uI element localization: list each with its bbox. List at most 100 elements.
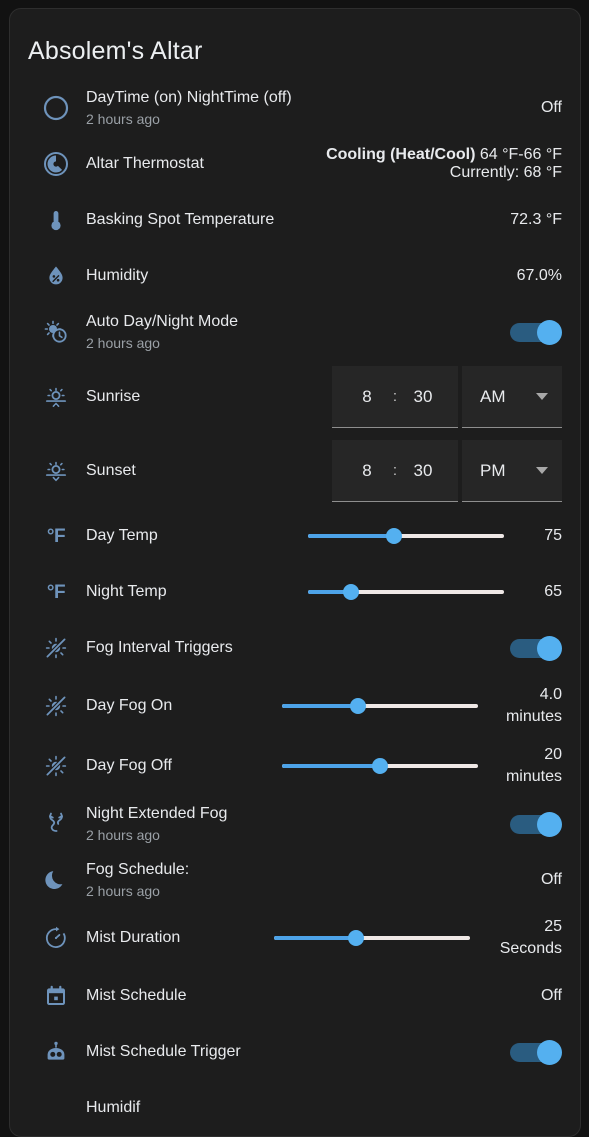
row-label: Sunrise (86, 388, 141, 406)
row-day-temp[interactable]: °F Day Temp 75 (10, 508, 580, 564)
row-label-group: DayTime (on) NightTime (off) 2 hours ago (86, 87, 541, 129)
sunset-time-input[interactable]: 8 : 30 (332, 440, 458, 502)
timer-icon (26, 925, 86, 951)
row-label: Night Extended Fog (86, 804, 228, 822)
sunrise-time-input[interactable]: 8 : 30 (332, 366, 458, 428)
sunrise-meridiem-value: AM (480, 386, 506, 406)
sun-off-icon (26, 693, 86, 719)
row-label: Fog Interval Triggers (86, 639, 233, 657)
row-value: Off (540, 987, 562, 1004)
sunset-icon (26, 458, 86, 484)
slider-day-fog-off[interactable] (282, 755, 478, 777)
row-value: 75 (544, 527, 562, 544)
toggle-mist-schedule-trigger[interactable] (510, 1040, 562, 1065)
toggle-auto-day-night-mode[interactable] (510, 320, 562, 345)
slider-knob[interactable] (386, 528, 403, 544)
slider-fill (274, 936, 357, 940)
circle-icon (26, 95, 86, 121)
humidity-drop-icon (26, 263, 86, 289)
row-humidity[interactable]: Humidity 67.0% (10, 248, 580, 304)
slider-knob[interactable] (343, 584, 360, 600)
row-daytime-nighttime[interactable]: DayTime (on) NightTime (off) 2 hours ago… (10, 80, 580, 136)
slider-day-temp[interactable] (308, 525, 504, 547)
row-value: 72.3 °F (510, 211, 562, 228)
sunrise-minute[interactable]: 30 (402, 387, 444, 407)
row-day-fog-off[interactable]: Day Fog Off 20 minutes (10, 736, 580, 796)
row-night-temp[interactable]: °F Night Temp 65 (10, 564, 580, 620)
row-basking-spot-temperature[interactable]: Basking Spot Temperature 72.3 °F (10, 192, 580, 248)
toggle-fog-interval-triggers[interactable] (510, 636, 562, 661)
row-label: Altar Thermostat (86, 155, 204, 173)
sunset-meridiem-select[interactable]: PM (462, 440, 562, 502)
row-subtext: 2 hours ago (86, 334, 160, 351)
toggle-night-extended-fog[interactable] (510, 812, 562, 837)
row-mist-duration[interactable]: Mist Duration 25 Seconds (10, 908, 580, 968)
thermostat-current: Currently: 68 °F (449, 164, 562, 181)
row-label: Fog Schedule: (86, 860, 190, 878)
row-label: Mist Duration (86, 929, 181, 947)
row-value: 4.0 (539, 686, 562, 704)
row-mist-schedule-trigger[interactable]: Mist Schedule Trigger (10, 1024, 580, 1080)
row-label-group: Fog Schedule: 2 hours ago (86, 859, 541, 901)
calendar-icon (26, 983, 86, 1009)
row-value: 65 (544, 583, 562, 600)
slider-knob[interactable] (348, 930, 365, 946)
sunrise-meridiem-select[interactable]: AM (462, 366, 562, 428)
sunrise-hour[interactable]: 8 (346, 387, 388, 407)
sun-clock-icon (26, 319, 86, 345)
row-mist-schedule[interactable]: Mist Schedule Off (10, 968, 580, 1024)
sunset-minute[interactable]: 30 (402, 461, 444, 481)
row-value-unit: minutes (505, 708, 562, 725)
sun-off-icon (26, 753, 86, 779)
row-value: 25 (544, 918, 562, 936)
row-label-group: Humidity (86, 265, 517, 287)
row-sunrise[interactable]: Sunrise 8 : 30 AM (10, 360, 580, 434)
row-label: DayTime (on) NightTime (off) (86, 88, 292, 106)
row-night-extended-fog[interactable]: Night Extended Fog 2 hours ago (10, 796, 580, 852)
slider-night-temp[interactable] (308, 581, 504, 603)
row-fog-interval-triggers[interactable]: Fog Interval Triggers (10, 620, 580, 676)
row-label: Mist Schedule (86, 987, 187, 1005)
sunrise-time-group[interactable]: 8 : 30 AM (332, 366, 562, 428)
slider-fill (282, 764, 380, 768)
row-value-group: 4.0 minutes (492, 684, 562, 727)
slider-knob[interactable] (372, 758, 388, 774)
fog-squiggle-icon (26, 811, 86, 837)
row-value: Off (540, 99, 562, 116)
row-label: Mist Schedule Trigger (86, 1043, 241, 1061)
thermostat-dial-icon (26, 151, 86, 177)
slider-fill (308, 534, 395, 538)
slider-mist-duration[interactable] (274, 927, 470, 949)
row-day-fog-on[interactable]: Day Fog On 4.0 minutes (10, 676, 580, 736)
row-label: Auto Day/Night Mode (86, 312, 239, 330)
row-humidifier-partial[interactable]: Humidif (10, 1080, 580, 1136)
row-label: Day Temp (86, 527, 158, 545)
slider-day-fog-on[interactable] (282, 695, 478, 717)
row-auto-day-night-mode[interactable]: Auto Day/Night Mode 2 hours ago (10, 304, 580, 360)
degrees-f-icon: °F (26, 583, 86, 602)
sunset-time-group[interactable]: 8 : 30 PM (332, 440, 562, 502)
slider-fill (282, 704, 359, 708)
row-label-group: Fog Interval Triggers (86, 637, 510, 659)
row-label: Basking Spot Temperature (86, 211, 275, 229)
row-fog-schedule[interactable]: Fog Schedule: 2 hours ago Off (10, 852, 580, 908)
row-label-group: Night Extended Fog 2 hours ago (86, 803, 510, 845)
robot-icon (26, 1039, 86, 1065)
toggle-thumb (537, 1040, 562, 1065)
slider-knob[interactable] (350, 698, 367, 714)
row-sunset[interactable]: Sunset 8 : 30 PM (10, 434, 580, 508)
thermostat-setpoint-line: Cooling (Heat/Cool) 64 °F-66 °F (326, 146, 562, 164)
sun-off-icon (26, 635, 86, 661)
row-altar-thermostat[interactable]: Altar Thermostat Cooling (Heat/Cool) 64 … (10, 136, 580, 192)
sunset-hour[interactable]: 8 (346, 461, 388, 481)
row-label: Day Fog On (86, 697, 173, 715)
row-value: 67.0% (516, 267, 562, 284)
thermometer-icon (26, 207, 86, 233)
chevron-down-icon (536, 467, 548, 474)
row-label-group: Day Fog On (86, 695, 182, 717)
row-label-group: Auto Day/Night Mode 2 hours ago (86, 311, 510, 353)
row-value-group: 25 Seconds (484, 916, 562, 959)
sunrise-icon (26, 384, 86, 410)
toggle-thumb (537, 812, 562, 837)
row-label-group: Sunset (86, 460, 146, 482)
